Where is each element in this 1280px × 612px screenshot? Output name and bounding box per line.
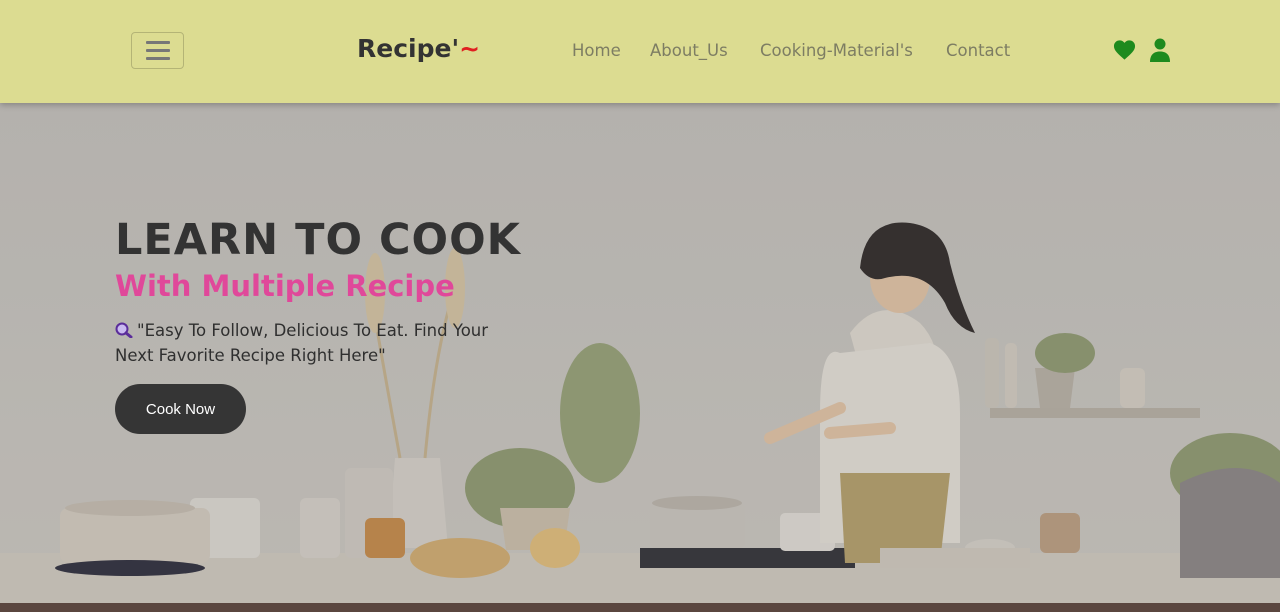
hero-title: LEARN TO COOK (115, 215, 521, 265)
nav-link-home[interactable]: Home (572, 41, 621, 60)
nav-link-contact[interactable]: Contact (946, 41, 1010, 60)
magnifier-emoji-icon (115, 322, 133, 338)
user-icon[interactable] (1150, 38, 1170, 62)
hamburger-icon-bar (145, 57, 170, 60)
page-bottom-strip (0, 603, 1280, 612)
brand-tilde: ~ (459, 34, 481, 63)
nav-link-about[interactable]: About_Us (650, 41, 728, 60)
heart-icon[interactable] (1113, 39, 1136, 61)
hamburger-icon-bar (145, 49, 170, 52)
brand-logo[interactable]: Recipe'~ (357, 34, 480, 63)
hero-subtitle: With Multiple Recipe (115, 269, 455, 303)
menu-toggle-button[interactable] (131, 32, 184, 69)
nav-link-cooking-materials[interactable]: Cooking-Material's (760, 41, 913, 60)
hero-section: LEARN TO COOK With Multiple Recipe "Easy… (0, 103, 1280, 603)
brand-name: Recipe' (357, 34, 460, 63)
navbar: Recipe'~ Home About_Us Cooking-Material'… (0, 0, 1280, 103)
cook-now-button[interactable]: Cook Now (115, 384, 246, 434)
hero-quote-text: "Easy To Follow, Delicious To Eat. Find … (115, 321, 489, 365)
hamburger-icon-bar (145, 41, 170, 44)
hero-quote: "Easy To Follow, Delicious To Eat. Find … (115, 318, 515, 368)
